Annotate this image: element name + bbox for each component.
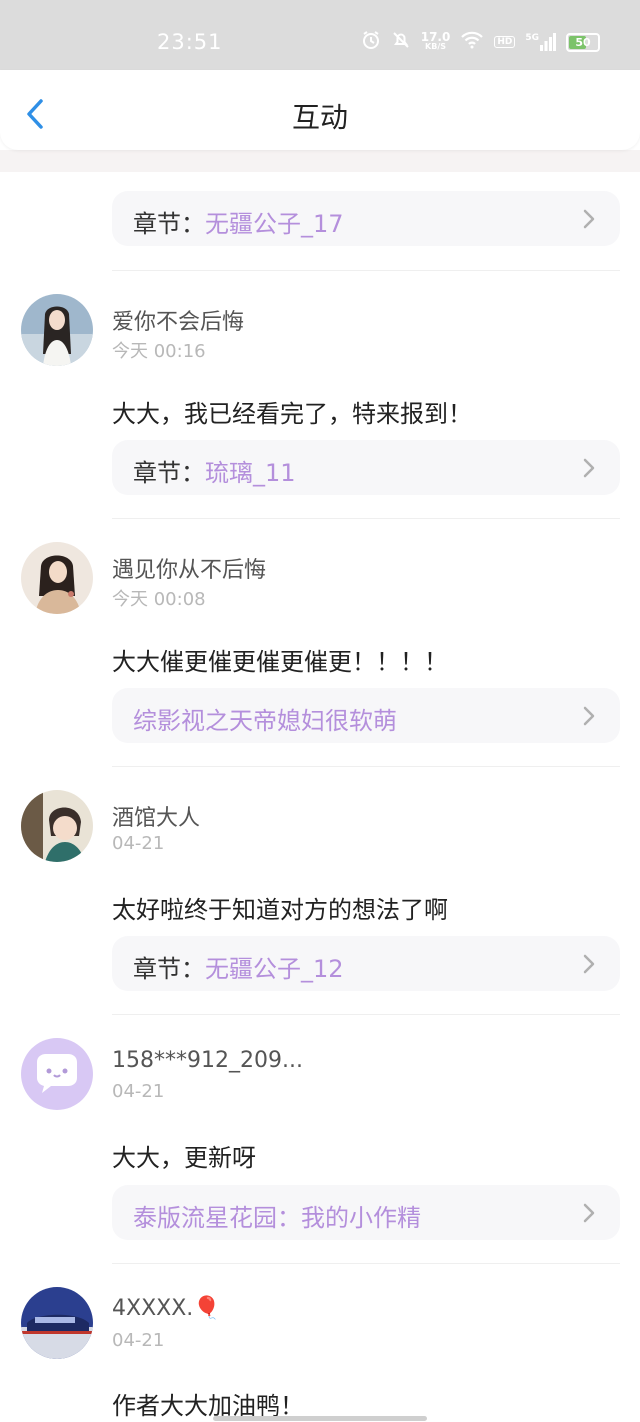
- comment-text[interactable]: 大大，我已经看完了，特来报到！: [112, 394, 472, 429]
- signal-5g-icon: 5G: [525, 33, 556, 51]
- chapter-label: 章节：: [133, 955, 205, 983]
- chevron-right-icon: [583, 954, 595, 974]
- page-title: 互动: [291, 101, 348, 134]
- status-time: 23:51: [157, 30, 223, 54]
- divider: [112, 518, 620, 519]
- comment-time: 04-21: [112, 833, 165, 854]
- alarm-icon: [361, 30, 381, 54]
- username[interactable]: 爱你不会后悔: [112, 304, 244, 336]
- chevron-right-icon: [583, 706, 595, 726]
- divider: [112, 270, 620, 271]
- avatar[interactable]: [21, 542, 93, 614]
- comment-text[interactable]: 大大催更催更催更催更！！！！: [112, 642, 448, 677]
- signal-5g-label: 5G: [525, 33, 539, 43]
- chapter-label: 章节：: [133, 210, 205, 238]
- comment-time: 04-21: [112, 1330, 165, 1351]
- chapter-label: 章节：: [133, 459, 205, 487]
- chapter-link[interactable]: 章节：琉璃_11: [112, 440, 620, 495]
- wifi-icon: [460, 31, 484, 53]
- anime-boy-avatar-icon: [21, 790, 93, 862]
- default-chat-bubble-avatar-icon: [21, 1038, 93, 1110]
- book-link[interactable]: 泰版流星花园：我的小作精: [112, 1185, 620, 1240]
- chapter-value: 无疆公子_12: [205, 955, 344, 983]
- chevron-right-icon: [583, 458, 595, 478]
- chapter-link-text: 章节：无疆公子_12: [133, 949, 344, 984]
- battery-level: 50: [575, 35, 591, 49]
- book-link-text: 综影视之天帝媳妇很软萌: [133, 701, 397, 736]
- comment-text[interactable]: 太好啦终于知道对方的想法了啊: [112, 890, 448, 925]
- avatar[interactable]: [21, 294, 93, 366]
- username[interactable]: 158***912_209...: [112, 1048, 303, 1073]
- chapter-value: 无疆公子_17: [205, 210, 344, 238]
- girl-white-dress-avatar-icon: [21, 294, 93, 366]
- app-header: 互动: [0, 70, 640, 150]
- divider: [112, 1263, 620, 1264]
- girl-ancient-costume-avatar-icon: [21, 542, 93, 614]
- divider: [112, 766, 620, 767]
- chapter-link-top[interactable]: 章节：无疆公子_17: [112, 191, 620, 246]
- avatar[interactable]: [21, 1287, 93, 1359]
- divider: [112, 1014, 620, 1015]
- username[interactable]: 4XXXX.🎈: [112, 1296, 221, 1321]
- comment-text[interactable]: 大大，更新呀: [112, 1138, 256, 1173]
- comment-time: 今天 00:08: [112, 589, 206, 610]
- header-shadow-strip: [0, 150, 640, 172]
- book-title: 泰版流星花园：我的小作精: [133, 1204, 421, 1232]
- net-speed-value: 17.0: [420, 30, 451, 44]
- chevron-right-icon: [583, 209, 595, 229]
- net-speed-unit: KB/S: [425, 42, 447, 51]
- chapter-link-text: 章节：无疆公子_17: [133, 204, 344, 239]
- car-photo-avatar-icon: [21, 1287, 93, 1359]
- hd-badge: HD: [494, 36, 516, 48]
- chapter-link-text: 章节：琉璃_11: [133, 453, 296, 488]
- home-indicator[interactable]: [213, 1416, 427, 1421]
- net-speed: 17.0 KB/S: [420, 30, 451, 52]
- mute-bell-icon: [391, 30, 411, 54]
- status-icons: 17.0 KB/S HD 5G 50: [361, 30, 600, 54]
- chevron-right-icon: [583, 1203, 595, 1223]
- book-title: 综影视之天帝媳妇很软萌: [133, 707, 397, 735]
- chapter-value: 琉璃_11: [205, 459, 296, 487]
- comment-time: 今天 00:16: [112, 341, 206, 362]
- book-link-text: 泰版流星花园：我的小作精: [133, 1198, 421, 1233]
- username[interactable]: 遇见你从不后悔: [112, 552, 266, 584]
- username[interactable]: 酒馆大人: [112, 800, 200, 832]
- comment-time: 04-21: [112, 1081, 165, 1102]
- book-link[interactable]: 综影视之天帝媳妇很软萌: [112, 688, 620, 743]
- status-bar: 23:51 17.0 KB/S HD 5G 50: [0, 0, 640, 70]
- avatar[interactable]: [21, 1038, 93, 1110]
- avatar[interactable]: [21, 790, 93, 862]
- battery-icon: 50: [566, 32, 600, 52]
- chapter-link[interactable]: 章节：无疆公子_12: [112, 936, 620, 991]
